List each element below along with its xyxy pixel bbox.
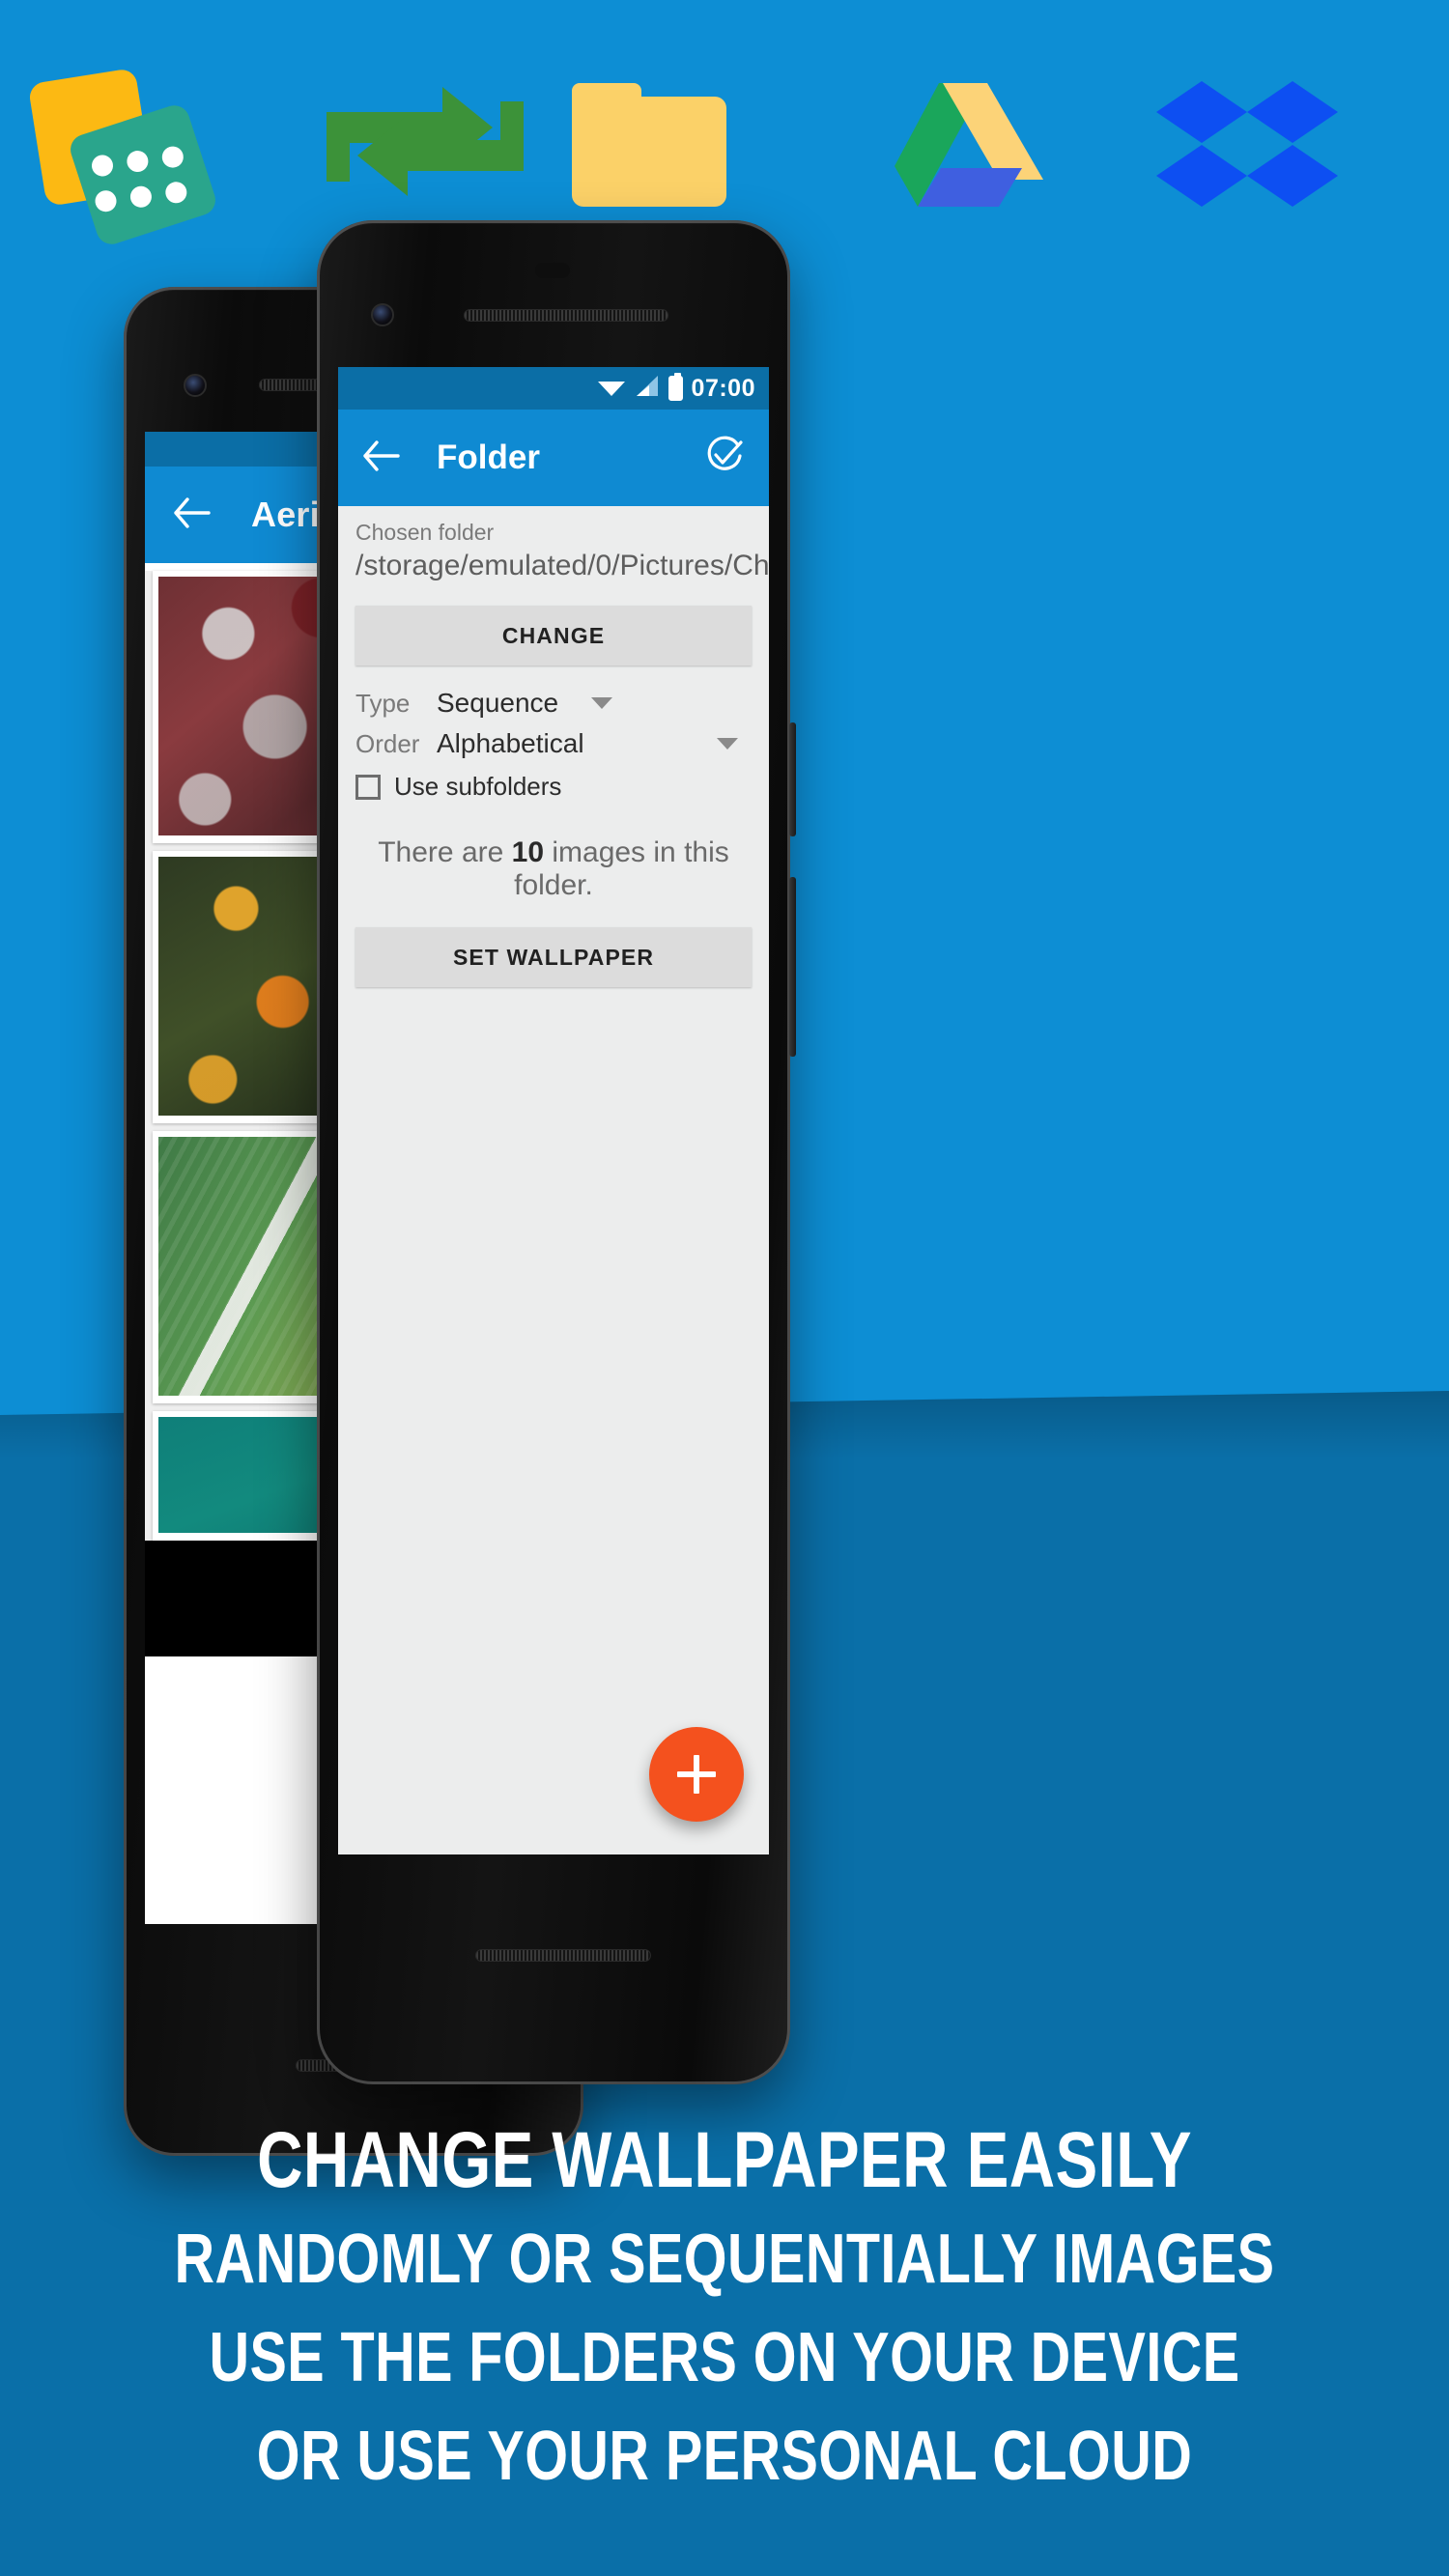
tagline-line-3: USE THE FOLDERS ON YOUR DEVICE bbox=[209, 2319, 1240, 2396]
promo-screenshot: Aerial View bbox=[0, 0, 1449, 2576]
image-count-value: 10 bbox=[511, 836, 545, 868]
sync-arrows-icon bbox=[319, 71, 531, 212]
type-value: Sequence bbox=[437, 688, 559, 718]
wifi-icon bbox=[597, 375, 626, 403]
chevron-down-icon[interactable] bbox=[591, 697, 613, 709]
add-folder-fab[interactable] bbox=[649, 1727, 744, 1822]
dropbox-icon bbox=[1155, 79, 1339, 211]
tagline-line-2: RANDOMLY OR SEQUENTIALLY IMAGES bbox=[174, 2221, 1275, 2298]
phone-front-power-button[interactable] bbox=[789, 722, 796, 836]
bottom-speaker-grille bbox=[475, 1949, 651, 1962]
chosen-folder-label: Chosen folder bbox=[355, 520, 495, 545]
info-prefix: There are bbox=[378, 836, 512, 868]
chosen-folder-value: /storage/emulated/0/Pictures/Changer bbox=[355, 550, 769, 581]
arrow-left-icon[interactable] bbox=[172, 496, 211, 534]
app-bar: Folder bbox=[338, 410, 769, 506]
front-phone-screen: 07:00 Folder Chosen folder /storage/emul… bbox=[338, 367, 769, 1854]
use-subfolders-checkbox[interactable] bbox=[355, 774, 381, 800]
tagline-line-4: OR USE YOUR PERSONAL CLOUD bbox=[256, 2418, 1193, 2495]
phone-device-front: 07:00 Folder Chosen folder /storage/emul… bbox=[317, 220, 796, 2084]
type-label: Type bbox=[355, 688, 411, 718]
type-select-row[interactable]: Type Sequence bbox=[338, 683, 769, 723]
folder-icon bbox=[572, 83, 726, 207]
promo-tagline: CHANGE WALLPAPER EASILY RANDOMLY OR SEQU… bbox=[0, 2111, 1449, 2505]
phone-front-volume-button[interactable] bbox=[789, 877, 796, 1057]
chevron-down-icon[interactable] bbox=[717, 738, 738, 750]
status-bar: 07:00 bbox=[338, 367, 769, 410]
tagline-line-1: CHANGE WALLPAPER EASILY bbox=[257, 2116, 1192, 2204]
battery-icon bbox=[668, 373, 683, 401]
front-camera-icon bbox=[184, 374, 207, 397]
google-drive-icon bbox=[879, 79, 1045, 211]
check-circle-icon[interactable] bbox=[703, 435, 746, 482]
order-label: Order bbox=[355, 728, 420, 758]
plus-icon bbox=[677, 1755, 716, 1794]
change-folder-button[interactable]: CHANGE bbox=[355, 606, 752, 665]
set-wallpaper-button[interactable]: SET WALLPAPER bbox=[355, 927, 752, 987]
front-camera-icon bbox=[371, 303, 394, 326]
page-title: Folder bbox=[437, 439, 540, 476]
use-subfolders-row[interactable]: Use subfolders bbox=[338, 764, 769, 802]
feature-icon-strip bbox=[0, 33, 1449, 248]
status-bar-time: 07:00 bbox=[691, 374, 755, 402]
proximity-sensor-icon bbox=[535, 263, 570, 278]
order-value: Alphabetical bbox=[437, 728, 584, 758]
signal-icon bbox=[635, 375, 660, 403]
order-select-row[interactable]: Order Alphabetical bbox=[338, 723, 769, 764]
earpiece-grille bbox=[464, 309, 668, 322]
image-count-info: There are 10 images in this folder. bbox=[338, 802, 769, 902]
folder-settings-content: Chosen folder /storage/emulated/0/Pictur… bbox=[338, 506, 769, 1854]
arrow-left-icon[interactable] bbox=[361, 439, 400, 477]
info-suffix: images in this folder. bbox=[514, 836, 729, 901]
dice-icon bbox=[0, 33, 290, 248]
use-subfolders-label: Use subfolders bbox=[394, 772, 562, 801]
